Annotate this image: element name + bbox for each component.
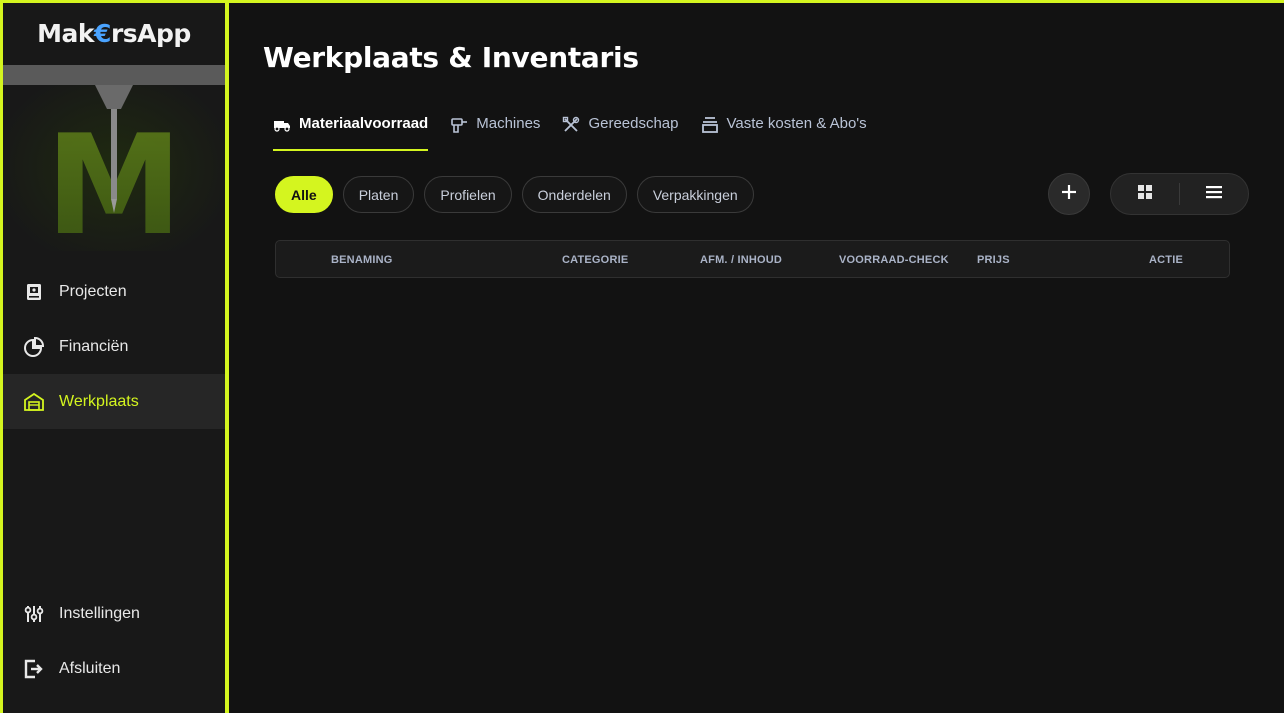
column-voorraad-check[interactable]: VOORRAAD-CHECK bbox=[839, 254, 949, 266]
main-content: Werkplaats & Inventaris Materiaalvoorraa… bbox=[233, 3, 1284, 713]
filter-alle[interactable]: Alle bbox=[275, 176, 333, 213]
filter-profielen[interactable]: Profielen bbox=[424, 176, 512, 213]
list-icon bbox=[1205, 185, 1223, 204]
column-categorie[interactable]: CATEGORIE bbox=[562, 254, 628, 266]
grid-icon bbox=[1137, 184, 1153, 205]
sidebar-item-label: Projecten bbox=[59, 282, 127, 300]
sidebar-item-werkplaats[interactable]: Werkplaats bbox=[3, 374, 225, 429]
column-afm-inhoud[interactable]: AFM. / INHOUD bbox=[700, 254, 782, 266]
tools-icon bbox=[562, 116, 580, 134]
garage-icon bbox=[23, 391, 45, 413]
tab-label: Materiaalvoorraad bbox=[299, 115, 429, 132]
drill-icon bbox=[450, 116, 468, 134]
filter-chips: Alle Platen Profielen Onderdelen Verpakk… bbox=[275, 176, 754, 213]
column-benaming[interactable]: BENAMING bbox=[331, 254, 393, 266]
plus-icon bbox=[1060, 183, 1078, 206]
logout-icon bbox=[23, 658, 45, 680]
pie-chart-icon bbox=[23, 336, 45, 358]
inventory-table-header: BENAMING CATEGORIE AFM. / INHOUD VOORRAA… bbox=[275, 240, 1230, 278]
grid-view-button[interactable] bbox=[1111, 174, 1179, 214]
tab-label: Gereedschap bbox=[588, 115, 679, 132]
sidebar: Mak€rsApp M Projecten Financiën Werkplaa… bbox=[3, 3, 229, 713]
filter-platen[interactable]: Platen bbox=[342, 176, 415, 213]
add-item-button[interactable] bbox=[1048, 173, 1090, 215]
sidebar-item-label: Instellingen bbox=[59, 604, 140, 622]
page-title: Werkplaats & Inventaris bbox=[263, 41, 639, 74]
column-actie[interactable]: ACTIE bbox=[1149, 254, 1183, 266]
view-toggle bbox=[1110, 173, 1249, 215]
tab-label: Vaste kosten & Abo's bbox=[726, 115, 867, 132]
tab-bar: Materiaalvoorraad Machines Gereedschap V… bbox=[273, 115, 867, 151]
sidebar-item-afsluiten[interactable]: Afsluiten bbox=[3, 641, 225, 696]
truck-icon bbox=[273, 116, 291, 134]
sidebar-item-instellingen[interactable]: Instellingen bbox=[3, 586, 225, 641]
sidebar-item-projecten[interactable]: Projecten bbox=[3, 264, 225, 319]
list-view-button[interactable] bbox=[1180, 174, 1248, 214]
tab-gereedschap[interactable]: Gereedschap bbox=[562, 115, 679, 151]
tab-label: Machines bbox=[476, 115, 541, 132]
makers-logo: M bbox=[3, 65, 225, 251]
clipboard-icon bbox=[23, 281, 45, 303]
archive-icon bbox=[701, 116, 719, 134]
column-prijs[interactable]: PRIJS bbox=[977, 254, 1010, 266]
filter-onderdelen[interactable]: Onderdelen bbox=[521, 176, 627, 213]
sidebar-item-label: Werkplaats bbox=[59, 392, 139, 410]
sliders-icon bbox=[23, 603, 45, 625]
sidebar-item-label: Financiën bbox=[59, 337, 129, 355]
euro-glyph: € bbox=[94, 19, 111, 48]
tab-machines[interactable]: Machines bbox=[450, 115, 540, 151]
sidebar-item-label: Afsluiten bbox=[59, 659, 121, 677]
tab-vaste-kosten[interactable]: Vaste kosten & Abo's bbox=[701, 115, 867, 151]
tab-materiaalvoorraad[interactable]: Materiaalvoorraad bbox=[273, 115, 429, 151]
app-brand: Mak€rsApp bbox=[37, 19, 191, 48]
sidebar-item-financien[interactable]: Financiën bbox=[3, 319, 225, 374]
filter-verpakkingen[interactable]: Verpakkingen bbox=[636, 176, 754, 213]
